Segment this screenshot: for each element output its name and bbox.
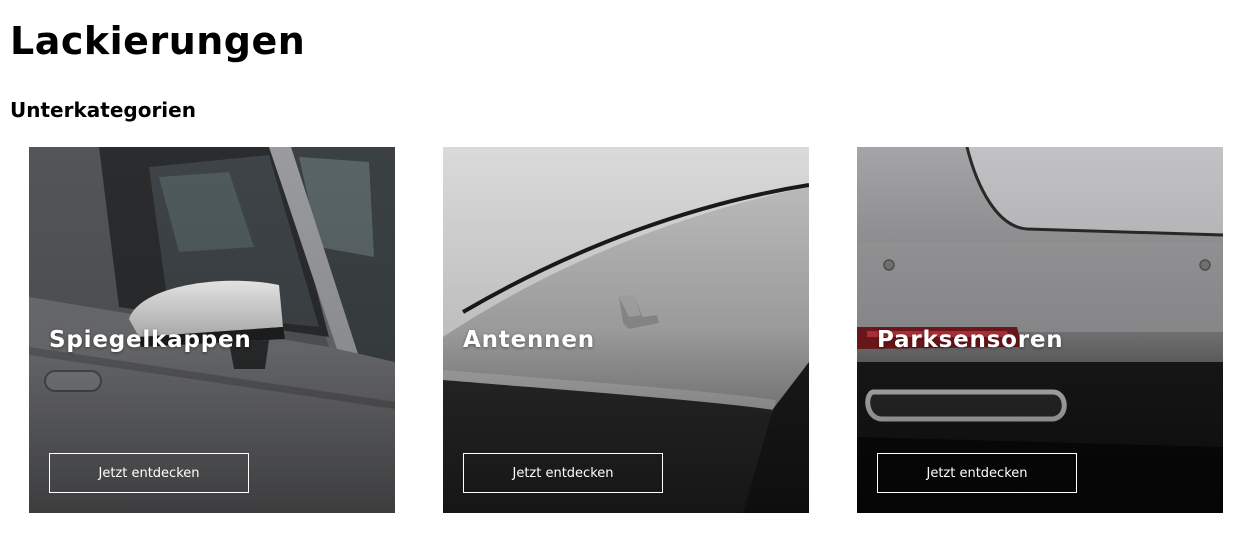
page-title: Lackierungen [10, 19, 306, 63]
card-parksensoren[interactable]: Parksensoren Jetzt entdecken [857, 147, 1223, 513]
card-spiegelkappen[interactable]: Spiegelkappen Jetzt entdecken [29, 147, 395, 513]
discover-button[interactable]: Jetzt entdecken [49, 453, 249, 493]
card-antennen[interactable]: Antennen Jetzt entdecken [443, 147, 809, 513]
discover-button[interactable]: Jetzt entdecken [877, 453, 1077, 493]
card-title: Parksensoren [877, 327, 1064, 353]
subcategory-cards: Spiegelkappen Jetzt entdecken Antennen J… [29, 147, 1223, 513]
subcategories-heading: Unterkategorien [10, 98, 196, 122]
card-title: Antennen [463, 327, 595, 353]
card-title: Spiegelkappen [49, 327, 252, 353]
discover-button[interactable]: Jetzt entdecken [463, 453, 663, 493]
